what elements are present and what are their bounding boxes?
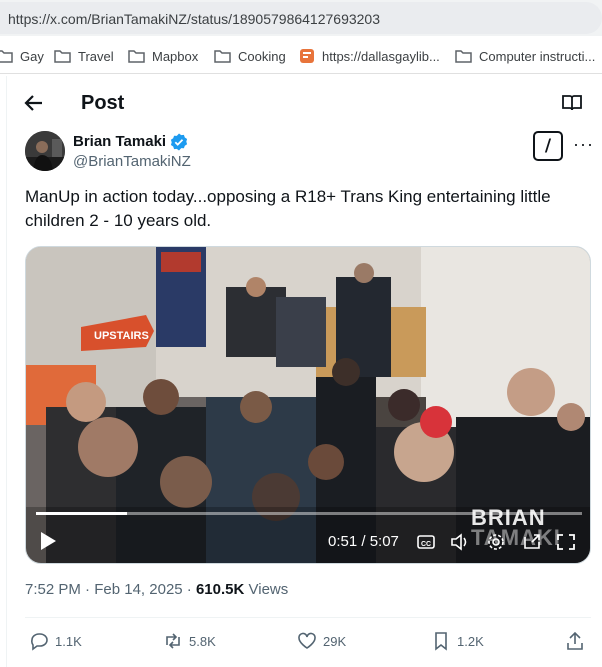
folder-icon [214,50,231,63]
bookmark-label: Gay [20,48,44,64]
avatar-image [25,131,65,171]
avatar[interactable] [25,131,65,171]
like-button[interactable]: 29K [297,630,346,652]
bookmark-gay[interactable]: Gay [0,47,44,65]
bookmark-label: https://dallasgaylib... [322,48,440,64]
bookmark-mapbox[interactable]: Mapbox [128,47,198,65]
captions-button[interactable]: CC [416,533,436,551]
post-header: Post [7,76,597,129]
separator: · [85,581,95,598]
divider [25,617,591,618]
fullscreen-icon [557,534,575,550]
post-meta: 7:52 PM · Feb 14, 2025 · 610.5K Views [25,581,288,598]
bookmark-icon [435,632,447,651]
folder-icon [455,50,472,63]
views-count: 610.5K [195,581,245,598]
url-text: https://x.com/BrianTamakiNZ/status/18905… [8,11,381,27]
arrow-left-icon [24,95,42,111]
bookmark-dallasgaylib[interactable]: https://dallasgaylib... [300,47,440,65]
volume-button[interactable] [450,533,470,551]
bookmark-label: Cooking [238,48,286,64]
tweet-text: ManUp in action today...opposing a R18+ … [25,187,551,230]
reply-count: 1.1K [55,633,82,649]
play-button[interactable] [38,530,58,552]
more-options-button[interactable]: ··· [573,134,594,156]
url-field[interactable]: https://x.com/BrianTamakiNZ/status/18905… [0,2,602,34]
post-date[interactable]: Feb 14, 2025 [94,581,182,598]
share-icon [567,631,583,650]
share-button[interactable] [565,630,591,652]
verified-badge-icon [170,133,188,151]
volume-icon [451,533,467,551]
book-open-icon [562,95,582,111]
video-progress-fill [36,512,127,515]
folder-icon [54,50,71,63]
video-player[interactable]: UPSTAIRS BRIAN TAMAKI 0:51 / 5:07 CC [25,246,591,564]
folder-icon [0,50,13,63]
author-handle[interactable]: @BrianTamakiNZ [73,153,191,170]
svg-text:CC: CC [421,541,431,548]
fullscreen-button[interactable] [556,533,576,551]
views-label-text: Views [248,581,289,598]
repost-count: 5.8K [189,633,216,649]
reply-icon [31,633,48,651]
reader-button[interactable] [561,92,583,114]
like-count: 29K [323,633,347,649]
settings-button[interactable] [486,533,506,551]
rss-icon [300,49,314,63]
ellipsis-icon: ··· [573,134,594,154]
bookmark-label: Computer instructi... [479,48,596,64]
repost-button[interactable]: 5.8K [163,630,216,652]
watermark-line2: TAMAKI [471,525,561,550]
bookmark-label: Travel [78,48,114,64]
bookmark-label: Mapbox [152,48,199,64]
bookmark-travel[interactable]: Travel [54,47,114,65]
video-progress-bar[interactable] [36,512,582,515]
grok-icon: / [544,136,552,156]
sign-text: UPSTAIRS [94,330,149,342]
browser-address-bar: https://x.com/BrianTamakiNZ/status/18905… [0,0,602,36]
captions-icon: CC [417,535,435,549]
action-bar: 1.1K 5.8K 29K 1.2K [25,626,591,656]
author-name[interactable]: Brian Tamaki [73,133,166,150]
bookmarks-bar: Gay Travel Mapbox Cooking https://dallas… [0,36,602,74]
reply-button[interactable]: 1.1K [29,630,82,652]
play-icon [41,532,56,550]
back-button[interactable] [21,90,47,116]
post-time[interactable]: 7:52 PM [25,581,81,598]
separator: · [186,581,196,598]
bookmark-button[interactable]: 1.2K [431,630,484,652]
page-title: Post [81,92,125,114]
bookmark-count: 1.2K [457,633,484,649]
video-time: 0:51 / 5:07 [328,533,399,550]
grok-button[interactable]: / [533,131,563,161]
repost-icon [166,633,180,649]
bookmark-cooking[interactable]: Cooking [214,47,286,65]
post-column: Post Brian Tamaki @BrianTamakiNZ / ··· M… [6,76,602,667]
heart-icon [298,632,316,649]
pip-icon [524,534,540,549]
picture-in-picture-button[interactable] [522,533,542,551]
bookmark-computer-instructions[interactable]: Computer instructi... [455,47,595,65]
gear-icon [488,534,504,550]
folder-icon [128,50,145,63]
